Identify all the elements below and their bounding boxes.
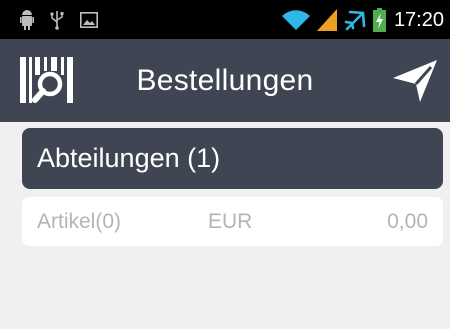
usb-icon [50, 11, 64, 30]
clock: 17:20 [393, 8, 444, 31]
barcode-scan-icon[interactable] [20, 57, 74, 103]
departments-header[interactable]: Abteilungen (1) [22, 128, 443, 189]
image-notification-icon [80, 12, 98, 28]
notification-icons [20, 9, 98, 31]
status-bar: 17:20 [0, 0, 450, 39]
airplane-mode-icon [344, 10, 366, 31]
send-icon[interactable] [393, 60, 437, 102]
android-debug-icon [20, 10, 34, 30]
order-summary-row[interactable]: Artikel(0) EUR 0,00 [22, 197, 443, 246]
wifi-icon [281, 10, 310, 31]
app-bar: Bestellungen [0, 39, 450, 122]
currency-label: EUR [208, 210, 253, 233]
battery-charging-icon [372, 8, 386, 32]
total-amount: 0,00 [387, 210, 428, 233]
cell-signal-icon [316, 9, 337, 31]
article-count: Artikel(0) [37, 210, 122, 233]
system-icons: 17:20 [281, 6, 444, 34]
